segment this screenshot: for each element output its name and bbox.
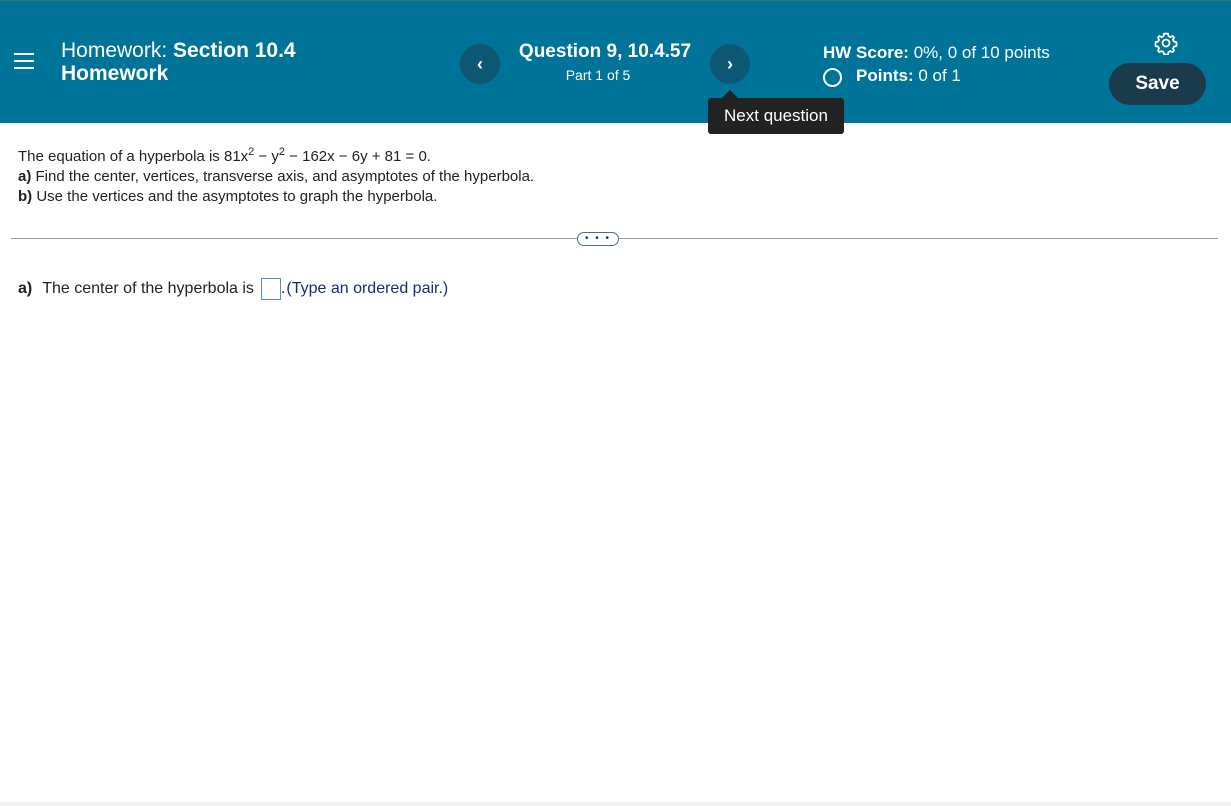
part-a-instruction: a) Find the center, vertices, transverse…	[18, 167, 534, 187]
next-question-button[interactable]: ›	[710, 44, 750, 84]
previous-question-button[interactable]: ‹	[460, 44, 500, 84]
question-title: Question 9, 10.4.57	[518, 41, 692, 62]
answer-prompt: The center of the hyperbola is	[42, 280, 254, 297]
points-label: Points:	[856, 66, 914, 85]
center-answer-input[interactable]	[260, 278, 281, 300]
question-part: Part 1 of 5	[565, 67, 631, 83]
expand-more-button[interactable]: • • •	[577, 232, 619, 246]
points: Points: 0 of 1	[823, 65, 961, 87]
homework-label: Homework	[61, 62, 169, 85]
equation-part: − 162x − 6y + 81 = 0.	[285, 148, 431, 165]
part-a-text: Find the center, vertices, transverse ax…	[31, 168, 535, 185]
hw-score-label: HW Score:	[823, 43, 909, 62]
equation-part: − y	[254, 148, 279, 165]
question-text: The equation of a hyperbola is 81x2 − y2…	[18, 142, 534, 207]
hw-score: HW Score: 0%, 0 of 10 points	[823, 43, 1050, 63]
part-b-label: b)	[18, 188, 33, 205]
part-b-text: Use the vertices and the asymptotes to g…	[32, 188, 438, 205]
part-b-instruction: b) Use the vertices and the asymptotes t…	[18, 187, 534, 207]
bottom-border	[0, 802, 1231, 806]
top-bar: Homework: Section 10.4 Homework ‹ Questi…	[0, 0, 1231, 123]
chevron-right-icon: ›	[727, 53, 733, 74]
part-a-label: a)	[18, 168, 32, 185]
homework-section: Section 10.4	[173, 39, 296, 62]
circle-icon	[823, 68, 842, 87]
hamburger-menu-icon[interactable]	[14, 53, 34, 71]
next-question-tooltip: Next question	[708, 90, 844, 134]
equation-line: The equation of a hyperbola is 81x2 − y2…	[18, 142, 534, 167]
equation-part: The equation of a hyperbola is 81x	[18, 148, 249, 165]
points-value: 0 of 1	[918, 66, 961, 85]
answer-hint: (Type an ordered pair.)	[286, 280, 449, 297]
homework-title: Homework: Section 10.4 Homework	[61, 39, 296, 85]
answer-period: .	[280, 280, 286, 297]
answer-label: a)	[18, 280, 33, 297]
answer-row: a) The center of the hyperbola is . (Typ…	[18, 278, 448, 300]
gear-icon[interactable]	[1154, 31, 1178, 55]
chevron-left-icon: ‹	[477, 53, 483, 74]
homework-prefix: Homework:	[61, 39, 168, 62]
hw-score-value: 0%, 0 of 10 points	[913, 43, 1050, 62]
save-button[interactable]: Save	[1109, 63, 1206, 105]
